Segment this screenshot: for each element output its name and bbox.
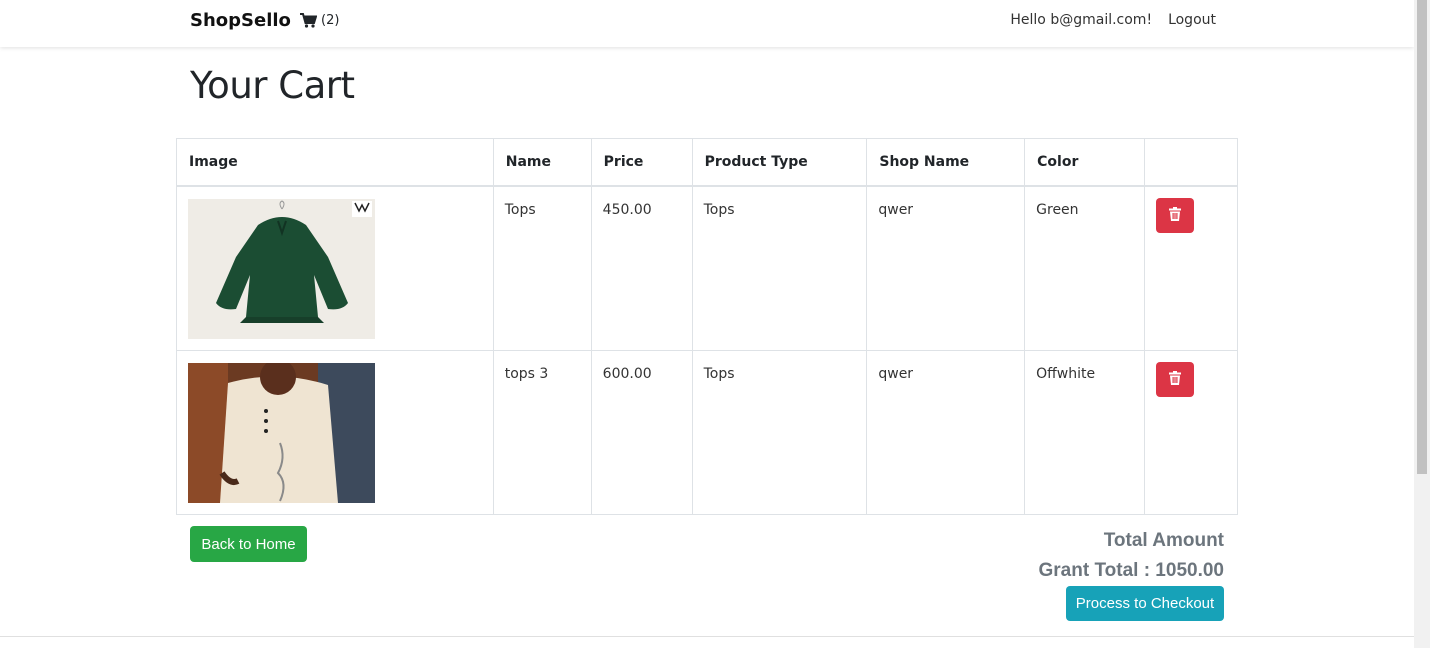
- cart-icon: [300, 13, 317, 28]
- brand-logo[interactable]: ShopSello: [190, 10, 291, 31]
- product-color: Offwhite: [1024, 349, 1146, 515]
- product-price: 450.00: [590, 185, 693, 351]
- page: ShopSello (2) Hello b@gmail.com! Logout …: [0, 0, 1430, 648]
- image-cell: [176, 185, 494, 351]
- cart-count-badge: (2): [321, 13, 340, 28]
- scrollbar[interactable]: [1414, 0, 1430, 648]
- cart-table: Image Name Price Product Type Shop Name …: [176, 138, 1238, 515]
- navbar: ShopSello (2) Hello b@gmail.com! Logout: [0, 0, 1414, 47]
- product-name: Tops: [492, 185, 592, 351]
- action-cell: [1144, 185, 1238, 351]
- table-header-row: Image Name Price Product Type Shop Name …: [176, 138, 1238, 187]
- table-row: tops 3 600.00 Tops qwer Offwhite: [176, 349, 1238, 515]
- image-cell: [176, 349, 494, 515]
- nav-right: Hello b@gmail.com! Logout: [1010, 12, 1216, 28]
- checkout-button[interactable]: Process to Checkout: [1066, 586, 1224, 621]
- product-type: Tops: [691, 185, 868, 351]
- footer-divider: [0, 636, 1414, 637]
- cart-link[interactable]: (2): [300, 13, 339, 28]
- delete-button[interactable]: [1156, 361, 1195, 397]
- column-header-shop-name: Shop Name: [866, 138, 1026, 187]
- table-row: Tops 450.00 Tops qwer Green: [176, 185, 1238, 351]
- back-to-home-button[interactable]: Back to Home: [190, 526, 307, 562]
- green-top-image: [188, 198, 375, 339]
- column-header-name: Name: [492, 138, 592, 187]
- page-title: Your Cart: [190, 64, 355, 107]
- product-price: 600.00: [590, 349, 693, 515]
- total-amount-label: Total Amount: [1103, 530, 1224, 551]
- shop-name: qwer: [866, 349, 1026, 515]
- column-header-color: Color: [1024, 138, 1146, 187]
- column-header-product-type: Product Type: [691, 138, 868, 187]
- product-color: Green: [1024, 185, 1146, 351]
- offwhite-top-image: [188, 362, 375, 503]
- product-type: Tops: [691, 349, 868, 515]
- user-greeting: Hello b@gmail.com!: [1010, 12, 1153, 28]
- shop-name: qwer: [866, 185, 1026, 351]
- trash-icon: [1169, 370, 1182, 388]
- logout-link[interactable]: Logout: [1168, 12, 1216, 28]
- column-header-actions: [1144, 138, 1238, 187]
- column-header-price: Price: [590, 138, 693, 187]
- totals-panel: Total Amount Grant Total : 1050.00: [1039, 526, 1225, 586]
- grand-total: Grant Total : 1050.00: [1038, 560, 1225, 581]
- column-header-image: Image: [176, 138, 494, 187]
- scrollbar-thumb[interactable]: [1417, 0, 1427, 474]
- action-cell: [1144, 349, 1238, 515]
- trash-icon: [1169, 206, 1182, 224]
- product-name: tops 3: [492, 349, 592, 515]
- delete-button[interactable]: [1156, 197, 1195, 233]
